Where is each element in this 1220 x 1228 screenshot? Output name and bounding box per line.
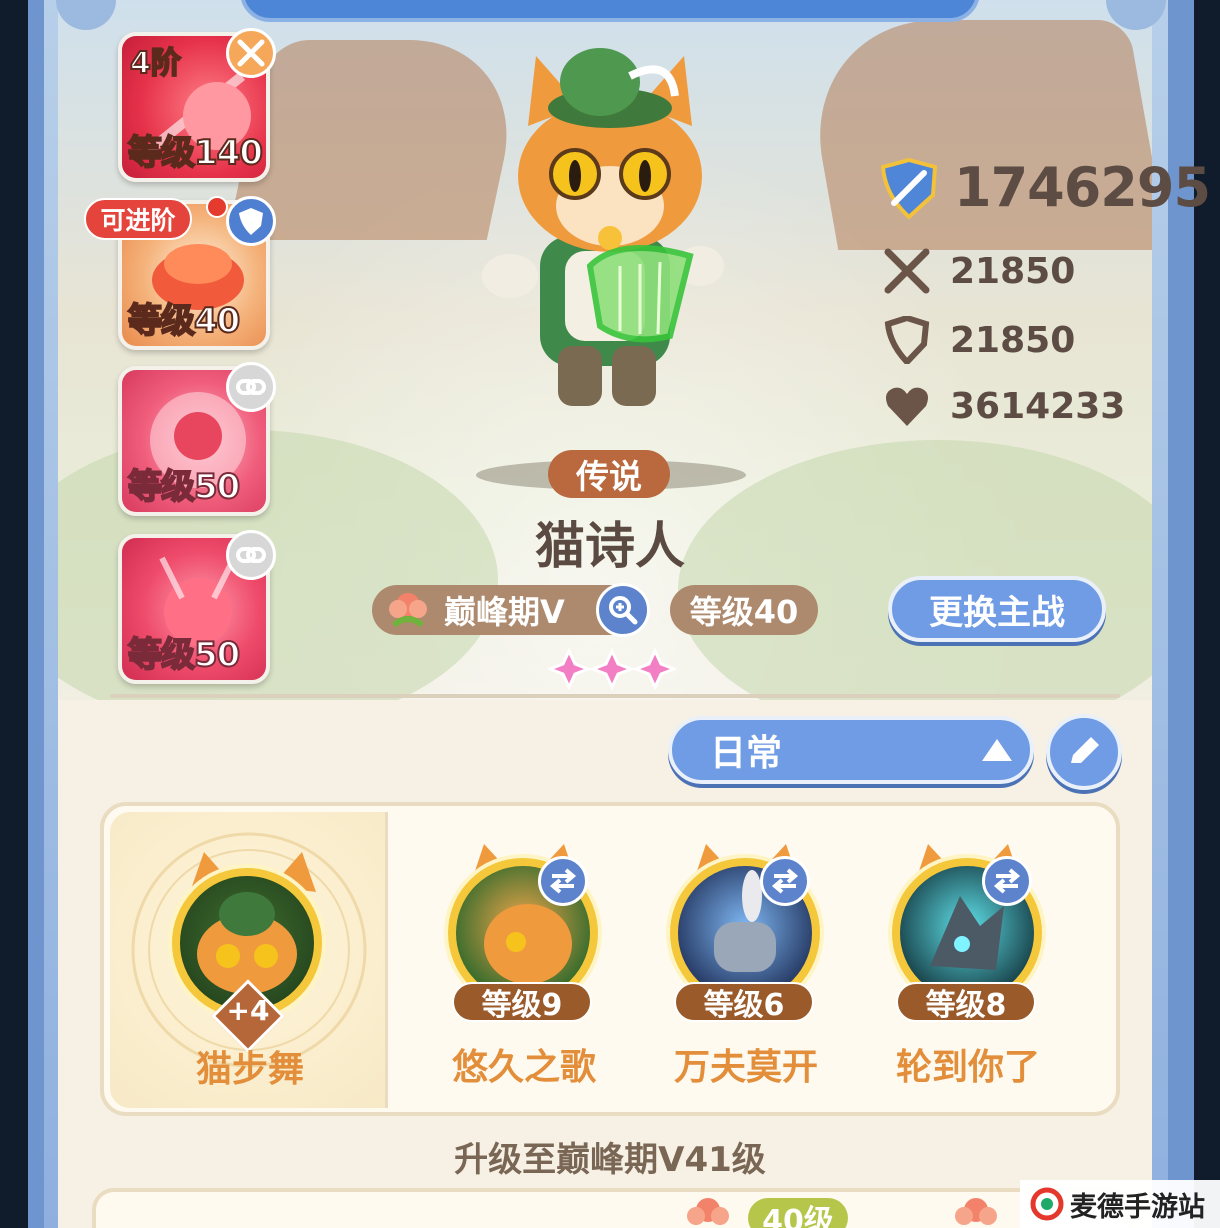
star-3 [631,648,676,690]
star-rating [548,648,676,690]
mode-label: 日常 [710,733,783,774]
skill-name: 轮到你了 [895,1047,1040,1088]
skill-slot-2[interactable]: 等级6 万夫莫开 [626,806,846,1116]
hero-level: 等级40 [670,585,818,635]
swap-icon[interactable] [538,856,588,906]
skill-level: 等级9 [452,982,592,1023]
power-value: 1746295 [954,156,1211,219]
power-shield-icon [880,157,938,219]
stage-badge[interactable]: 巅峰期V [372,583,650,637]
heart-icon [886,387,928,426]
triangle-up-icon [982,739,1012,761]
card-level: 等级50 [127,466,241,508]
pencil-icon [1071,737,1099,763]
attack-swords-icon [884,248,930,294]
top-tab [240,0,980,22]
attack-row: 21850 [884,248,1075,294]
watermark-logo-icon [1030,1187,1064,1221]
mode-dropdown[interactable]: 日常 [668,716,1034,784]
swap-icon[interactable] [982,856,1032,906]
milestone-level-tag: 40级 [748,1198,848,1228]
swap-icon[interactable] [760,856,810,906]
card-tier: 4阶 [129,45,182,82]
skill-panel: +4 猫步舞 等级9 悠久之歌 等级6 万夫莫开 等级8 轮到你了 [100,802,1120,1116]
watermark-text: 麦德手游站 [1070,1191,1205,1223]
skill-slot-3[interactable]: 等级8 轮到你了 [848,806,1068,1116]
skill-level: 等级8 [896,982,1036,1023]
card-level: 等级40 [127,300,241,342]
power-row: 1746295 [878,156,1211,219]
card-level: 等级50 [127,634,241,676]
hp-value: 3614233 [950,385,1126,427]
skill-name: 悠久之歌 [451,1047,596,1088]
star-2 [588,648,636,690]
upgrade-hint: 升级至巅峰期V41级 [454,1140,766,1180]
defense-row: 21850 [884,316,1075,364]
watermark: 麦德手游站 [1020,1180,1220,1228]
zoom-icon[interactable] [596,583,650,637]
switch-main-button[interactable]: 更换主战 [888,576,1106,642]
star-1 [548,648,593,690]
attack-value: 21850 [950,250,1076,292]
edit-button[interactable] [1046,714,1122,790]
notification-dot [206,196,228,218]
shield-icon [226,196,276,246]
main-skill[interactable]: +4 猫步舞 [110,812,388,1108]
divider [110,694,1120,698]
advance-tag: 可进阶 [84,198,192,240]
skill-slot-1[interactable]: 等级9 悠久之歌 [404,806,624,1116]
hero-name: 猫诗人 [535,517,685,575]
rarity-badge: 传说 [548,450,670,498]
stage-label: 巅峰期V [444,593,565,631]
crossed-swords-icon [226,28,276,78]
bonus-value: +4 [226,994,270,1027]
main-skill-name: 猫步舞 [195,1049,304,1090]
defense-shield-icon [884,316,930,364]
flower-icon [955,1198,997,1225]
defense-value: 21850 [950,319,1076,361]
hp-row: 3614233 [884,384,1125,428]
card-level: 等级140 [127,132,264,174]
skill-level: 等级6 [674,982,814,1023]
flower-icon [389,593,427,628]
skill-name: 万夫莫开 [673,1047,818,1088]
link-icon [226,530,276,580]
hero-cat-bard[interactable] [470,36,750,426]
flower-icon [687,1198,729,1225]
link-icon [226,362,276,412]
